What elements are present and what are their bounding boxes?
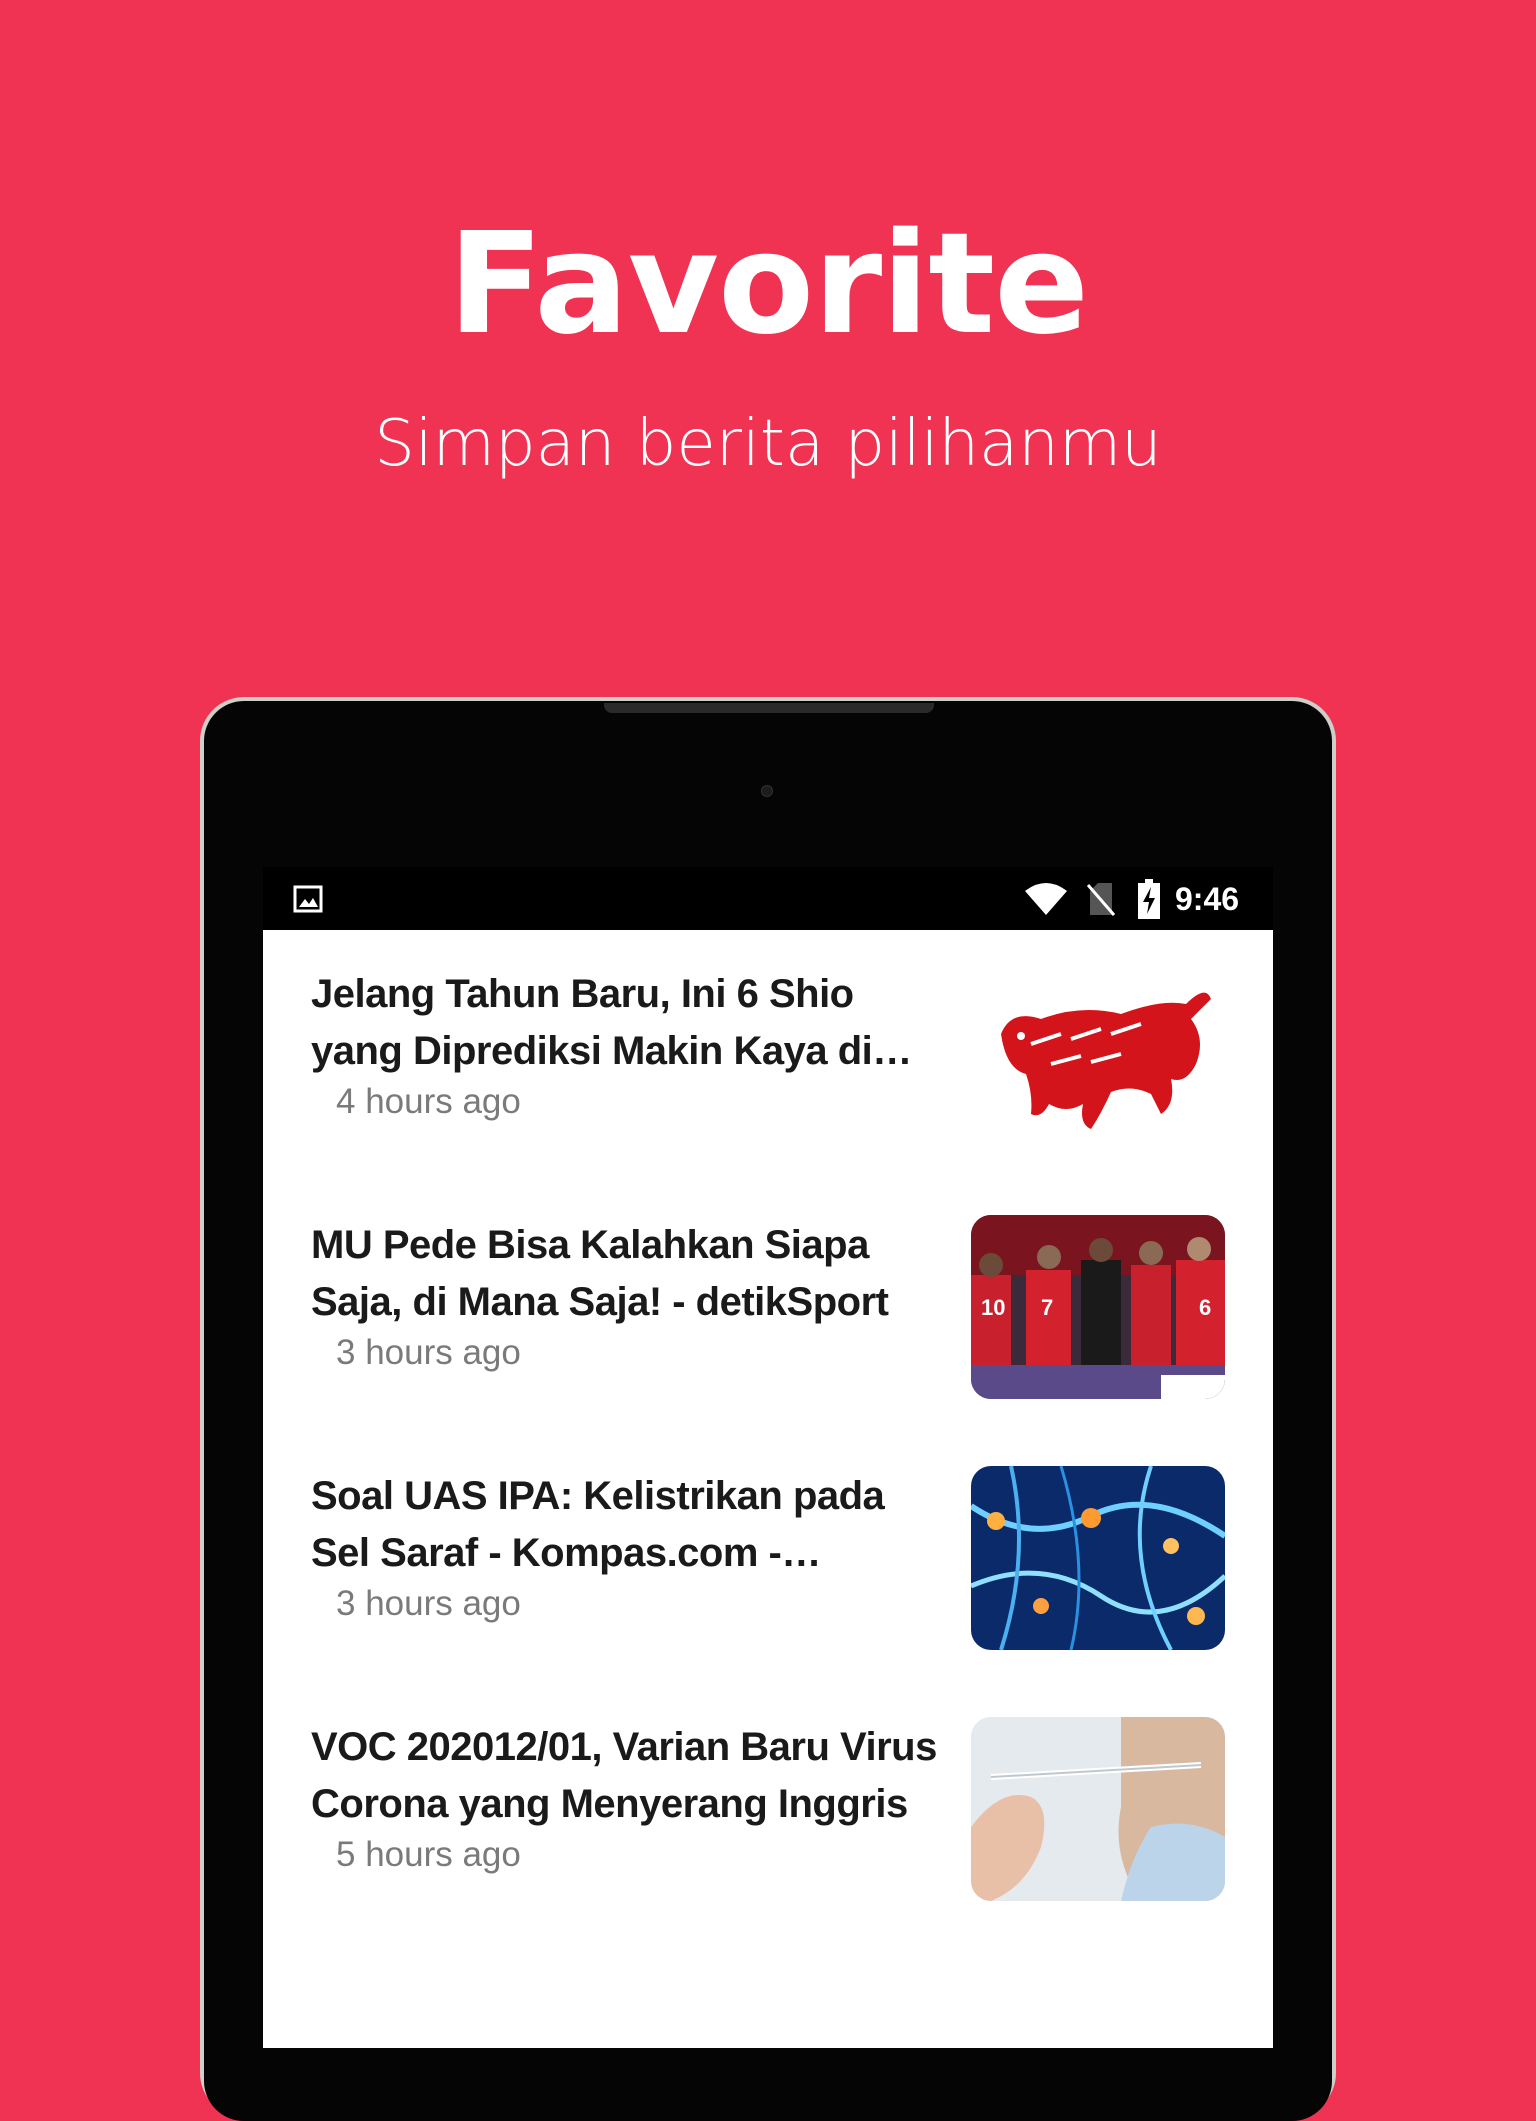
news-item[interactable]: MU Pede Bisa Kalahkan Siapa Saja, di Man…: [263, 1181, 1273, 1432]
news-title: MU Pede Bisa Kalahkan Siapa Saja, di Man…: [311, 1223, 889, 1324]
status-time: 9:46: [1175, 881, 1240, 917]
news-thumbnail[interactable]: 10 7 6: [971, 1215, 1225, 1399]
news-thumbnail[interactable]: [971, 1466, 1225, 1650]
news-title: Soal UAS IPA: Kelistrikan pada Sel Saraf…: [311, 1474, 885, 1575]
news-time: 3 hours ago: [336, 1333, 521, 1372]
news-time: 3 hours ago: [336, 1584, 521, 1623]
news-thumbnail[interactable]: [971, 1717, 1225, 1901]
news-time: 5 hours ago: [336, 1835, 521, 1874]
tablet-notch: [604, 703, 934, 713]
status-bar: 9:46: [263, 867, 1273, 930]
news-time: 4 hours ago: [336, 1082, 521, 1121]
svg-text:7: 7: [1041, 1295, 1053, 1320]
news-thumbnail[interactable]: [971, 964, 1225, 1148]
news-title: VOC 202012/01, Varian Baru Virus Corona …: [311, 1725, 937, 1826]
football-players-image: 10 7 6: [971, 1215, 1225, 1399]
no-sim-icon: [1086, 883, 1116, 916]
svg-text:10: 10: [981, 1295, 1005, 1320]
battery-charging-icon: [1138, 879, 1160, 919]
thermometer-man-image: [971, 1717, 1225, 1901]
news-item[interactable]: Jelang Tahun Baru, Ini 6 Shio yang Dipre…: [263, 930, 1273, 1181]
news-item[interactable]: Soal UAS IPA: Kelistrikan pada Sel Saraf…: [263, 1432, 1273, 1683]
promo-subtitle: Simpan berita pilihanmu: [374, 407, 1162, 481]
promo-title: Favorite: [447, 203, 1089, 366]
image-icon: [293, 885, 323, 913]
app-screen: 9:46 Jelang Tahun Baru, Ini 6 Shio yang …: [263, 867, 1273, 2048]
news-item[interactable]: VOC 202012/01, Varian Baru Virus Corona …: [263, 1683, 1273, 1934]
neurons-image: [971, 1466, 1225, 1650]
tiger-papercut-image: [971, 964, 1225, 1148]
news-title: Jelang Tahun Baru, Ini 6 Shio yang Dipre…: [311, 972, 873, 1073]
svg-text:6: 6: [1199, 1295, 1211, 1320]
camera-icon: [761, 785, 773, 797]
wifi-icon: [1025, 883, 1067, 915]
